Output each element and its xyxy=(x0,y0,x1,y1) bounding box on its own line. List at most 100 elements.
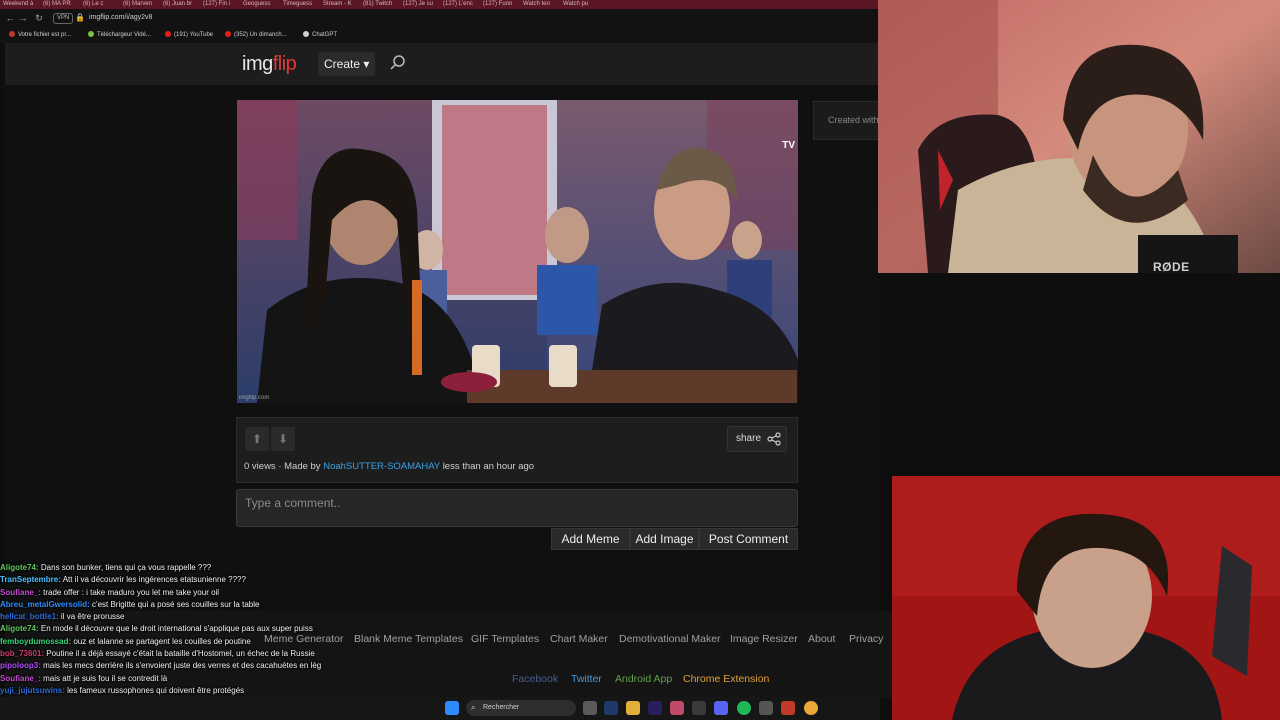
lock-icon[interactable]: 🔒 xyxy=(75,13,85,22)
chat-message: femboydumossad: ouz et lalanne se partag… xyxy=(0,636,600,648)
footer-link-image-resizer[interactable]: Image Resizer xyxy=(730,633,798,645)
browser-tab[interactable]: (127) Fin i xyxy=(200,0,240,9)
obs-icon[interactable] xyxy=(781,701,795,715)
meme-image[interactable]: TV imgflip.com xyxy=(237,100,798,403)
bookmark-favicon-icon xyxy=(88,31,94,37)
chat-message: pipoloop3: mais les mecs derrière ils s'… xyxy=(0,660,600,672)
browser-tab[interactable]: (6) MA PR xyxy=(40,0,80,9)
bookmark-item[interactable]: Téléchargeur Vidé... xyxy=(88,31,151,39)
back-arrow-icon[interactable]: ← xyxy=(4,12,16,24)
browser-tab[interactable]: Geoguess xyxy=(240,0,280,9)
chat-text: Dans son bunker, tiens qui ça vous rappe… xyxy=(40,563,212,572)
vpn-badge[interactable]: VPN xyxy=(53,13,74,24)
browser-tab[interactable]: (81) Twitch xyxy=(360,0,400,9)
chat-text: les fameux russophones qui doivent être … xyxy=(67,685,245,695)
chat-username[interactable]: Soufiane_: xyxy=(0,588,41,597)
chat-text: trade offer : i take maduro you let me t… xyxy=(43,587,220,597)
chat-username[interactable]: hellcat_bottle1: xyxy=(0,612,59,621)
author-link[interactable]: NoahSUTTER-SOAMAHAY xyxy=(323,461,440,472)
posted-time: less than an hour ago xyxy=(442,461,535,472)
chat-username[interactable]: bob_73601: xyxy=(0,649,44,658)
chat-username[interactable]: yuji_jujutsuwins: xyxy=(0,686,65,695)
browser-tab[interactable]: Watch pu xyxy=(560,0,600,9)
bookmark-item[interactable]: ChatGPT xyxy=(303,31,337,39)
chrome-extension-link[interactable]: Chrome Extension xyxy=(683,673,769,685)
browser-tab[interactable]: (127) Funn xyxy=(480,0,520,9)
browser-tab[interactable]: Weekend à xyxy=(0,0,40,9)
browser-tab[interactable]: (127) L'enc xyxy=(440,0,480,9)
post-comment-button[interactable]: Post Comment xyxy=(699,528,798,550)
chat-message: Abreu_metalGwersolid: c'est Brigitte qui… xyxy=(0,599,600,611)
downvote-arrow-icon[interactable]: ⬇ xyxy=(271,427,295,451)
chat-message: bob_73601: Poutine il a déjà essayé c'ét… xyxy=(0,648,600,660)
browser-tab[interactable]: (127) Je su xyxy=(400,0,440,9)
browser-tab[interactable]: (6) Marven xyxy=(120,0,160,9)
chat-username[interactable]: TranSeptembre: xyxy=(0,575,61,584)
chat-text: En mode il découvre que le droit interna… xyxy=(40,624,313,634)
chat-text: Att il va découvrir les ingérences etats… xyxy=(62,575,246,585)
bookmark-item[interactable]: Votre fichier est pr... xyxy=(9,31,71,39)
android-app-link[interactable]: Android App xyxy=(615,673,672,685)
chat-message: Soufiane_: trade offer : i take maduro y… xyxy=(0,587,600,599)
add-image-button[interactable]: Add Image xyxy=(630,528,699,550)
footer-link-privacy[interactable]: Privacy xyxy=(849,633,883,645)
tv-channel-logo: TV xyxy=(782,140,795,151)
meme-info-panel: ⬆ ⬇ share 0 views · Made by NoahSUTTER-S… xyxy=(236,417,798,483)
chat-username[interactable]: Aligote74: xyxy=(0,624,39,633)
chatgpt-icon xyxy=(303,31,309,37)
premiere-icon[interactable] xyxy=(648,701,662,715)
chat-username[interactable]: Aligote74: xyxy=(0,563,39,572)
chat-text: mais les mecs derrière ils s'envoient ju… xyxy=(43,661,322,671)
footer-link-demotivational-maker[interactable]: Demotivational Maker xyxy=(619,633,721,645)
share-button[interactable]: share xyxy=(727,426,787,452)
chat-text: c'est Brigitte qui a posé ses couilles s… xyxy=(92,599,260,609)
app-icon[interactable] xyxy=(692,701,706,715)
footer-link-about[interactable]: About xyxy=(808,633,835,645)
browser-tab[interactable]: Stream - K xyxy=(320,0,360,9)
comment-input[interactable] xyxy=(236,489,798,527)
chat-username[interactable]: Abreu_metalGwersolid: xyxy=(0,600,90,609)
taskbar-search[interactable]: ⌕ Rechercher xyxy=(466,700,576,716)
discord-icon[interactable] xyxy=(714,701,728,715)
browser-tab-strip: Weekend à (6) MA PR (6) Le c (6) Marven (6) … xyxy=(0,0,878,9)
windows-start-icon[interactable] xyxy=(445,701,459,715)
views-count: 0 views · Made by xyxy=(244,461,321,472)
screen: Weekend à (6) MA PR (6) Le c (6) Marven (6) … xyxy=(0,0,1280,720)
webcam-top: RØDE xyxy=(878,0,1280,273)
file-explorer-icon[interactable] xyxy=(626,701,640,715)
chrome-icon[interactable] xyxy=(804,701,818,715)
microphone-brand: RØDE xyxy=(1153,260,1190,273)
chat-username[interactable]: femboydumossad: xyxy=(0,637,71,646)
browser-tab[interactable]: (6) Le c xyxy=(80,0,120,9)
share-icon xyxy=(767,432,781,446)
imgflip-logo[interactable]: imgflip xyxy=(242,53,297,76)
bookmark-label: (191) YouTube xyxy=(174,32,214,38)
chat-text: ouz et lalanne se partagent les couilles… xyxy=(73,636,251,646)
search-icon[interactable] xyxy=(389,54,407,72)
task-view-icon[interactable] xyxy=(583,701,597,715)
upvote-arrow-icon[interactable]: ⬆ xyxy=(245,427,269,451)
bookmark-item[interactable]: (191) YouTube xyxy=(165,31,213,39)
forward-arrow-icon[interactable]: → xyxy=(17,12,29,24)
photoshop-icon[interactable] xyxy=(604,701,618,715)
app-icon[interactable] xyxy=(759,701,773,715)
browser-tab[interactable]: (6) Juan br xyxy=(160,0,200,9)
chat-username[interactable]: Soufiane_: xyxy=(0,674,41,683)
spotify-icon[interactable] xyxy=(737,701,751,715)
chat-text: Poutine il a déjà essayé c'était la bata… xyxy=(46,649,315,659)
browser-tab[interactable]: Watch ten xyxy=(520,0,560,9)
url-field[interactable]: imgflip.com/i/agy2v8 xyxy=(89,13,152,23)
chat-message: Aligote74: En mode il découvre que le dr… xyxy=(0,623,600,635)
chat-text: mais att je suis fou il se contredit là xyxy=(43,673,168,683)
bookmark-item[interactable]: (352) Un dimanch... xyxy=(225,31,287,39)
chat-username[interactable]: pipoloop3: xyxy=(0,661,41,670)
app-icon[interactable] xyxy=(670,701,684,715)
create-button[interactable]: Create ▾ xyxy=(318,52,375,76)
meme-meta: 0 views · Made by NoahSUTTER-SOAMAHAY le… xyxy=(244,461,534,472)
site-header: imgflip Create ▾ xyxy=(5,43,878,85)
add-meme-button[interactable]: Add Meme xyxy=(551,528,630,550)
browser-tab[interactable]: Timeguess xyxy=(280,0,320,9)
chat-text: il va être prorusse xyxy=(60,612,125,622)
created-with-panel[interactable]: Created with xyxy=(813,101,883,140)
reload-icon[interactable]: ↻ xyxy=(33,12,45,24)
